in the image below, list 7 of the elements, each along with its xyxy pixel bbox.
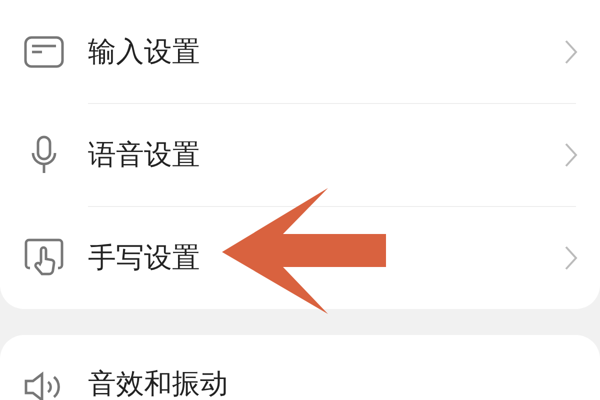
item-label[interactable]: 语音设置 xyxy=(88,136,564,174)
item-label[interactable]: 手写设置 xyxy=(88,238,564,276)
microphone-icon xyxy=(30,134,58,174)
card-icon xyxy=(24,36,64,68)
item-label[interactable]: 输入设置 xyxy=(88,32,564,70)
item-label[interactable]: 音效和振动 xyxy=(88,365,600,400)
touch-screen-icon xyxy=(24,238,64,278)
